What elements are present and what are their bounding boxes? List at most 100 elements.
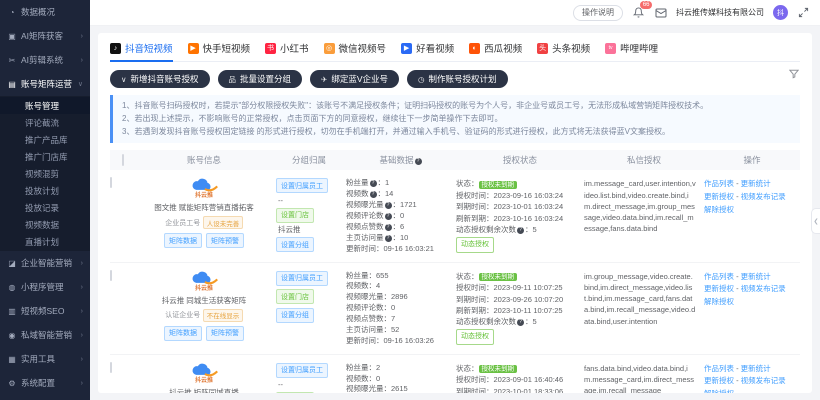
ops-cell: 作品列表 - 更新统计更新授权 - 视频发布记录解除授权 xyxy=(704,363,800,393)
tab-微信视频号[interactable]: ◎微信视频号 xyxy=(324,41,387,55)
stat-line: 粉丝量：655 xyxy=(346,271,452,282)
auth-status-badge: 授权未到期 xyxy=(479,181,518,189)
row-checkbox[interactable] xyxy=(110,177,112,188)
filter-icon[interactable] xyxy=(789,69,799,82)
column-header: 账号信息 xyxy=(136,154,272,166)
account-mini-button[interactable]: 矩阵数据 xyxy=(164,233,202,248)
account-mini-button[interactable]: 矩阵预警 xyxy=(206,326,244,341)
company-name: 抖云推传媒科技有限公司 xyxy=(676,7,764,18)
group-set-button[interactable]: 设置门店 xyxy=(276,392,314,393)
action-button[interactable]: ✈绑定蓝V企业号 xyxy=(310,70,399,88)
group-set-button[interactable]: 设置门店 xyxy=(276,289,314,304)
op-link[interactable]: 视频发布记录 xyxy=(741,284,786,293)
tab-抖音短视频[interactable]: ♪抖音短视频 xyxy=(110,41,173,55)
sidebar-subitem[interactable]: 推广门店库 xyxy=(0,148,90,165)
tab-好看视频[interactable]: ▶好看视频 xyxy=(401,41,454,55)
stats-updated: 更新时间：09-16 16:03:26 xyxy=(346,336,452,347)
group-set-button[interactable]: 设置门店 xyxy=(276,208,314,223)
collapse-panel-handle[interactable]: ❮ xyxy=(811,208,820,234)
op-link[interactable]: 作品列表 xyxy=(704,364,734,373)
op-link[interactable]: 解除授权 xyxy=(704,205,734,214)
action-button[interactable]: 品批量设置分组 xyxy=(218,70,303,88)
account-type-label: 认证企业号 xyxy=(165,310,200,320)
platform-icon: 头 xyxy=(537,43,548,54)
op-link[interactable]: 视频发布记录 xyxy=(741,376,786,385)
table-body: 抖云推图文推 赋能矩阵营销直播拓客企业员工号人设未完善矩阵数据矩阵预警设置归属员… xyxy=(110,170,800,393)
expand-icon[interactable] xyxy=(797,6,810,19)
tab-西瓜视频[interactable]: ◐西瓜视频 xyxy=(469,41,522,55)
stats-cell: 粉丝量：2视频数：0视频曝光量：2615视频评论数：0视频点赞数：18主页访问量… xyxy=(346,363,456,393)
op-link[interactable]: 更新统计 xyxy=(741,272,771,281)
tab-头条视频[interactable]: 头头条视频 xyxy=(537,41,590,55)
op-link[interactable]: 解除授权 xyxy=(704,389,734,393)
column-header: 分组归属 xyxy=(272,154,346,166)
sidebar-subitem[interactable]: 视频混剪 xyxy=(0,165,90,182)
sidebar-item[interactable]: ◪企业智能营销› xyxy=(0,251,90,275)
info-icon[interactable]: ? xyxy=(517,227,524,234)
user-avatar[interactable]: 抖 xyxy=(773,5,788,20)
op-link[interactable]: 作品列表 xyxy=(704,272,734,281)
sidebar-item[interactable]: ▣AI矩阵获客› xyxy=(0,24,90,48)
select-all-checkbox[interactable] xyxy=(122,154,124,166)
info-icon[interactable]: ? xyxy=(385,202,392,209)
op-link[interactable]: 更新授权 xyxy=(704,284,734,293)
sidebar-subitem[interactable]: 投放计划 xyxy=(0,182,90,199)
group-set-button[interactable]: 设置分组 xyxy=(276,308,314,323)
sidebar-item[interactable]: ⚙系统配置› xyxy=(0,371,90,395)
tab-label: 快手短视频 xyxy=(203,41,251,55)
info-icon[interactable]: ? xyxy=(385,224,392,231)
stat-line: 视频评论数?：0 xyxy=(346,211,452,222)
sidebar-item[interactable]: ✂AI剪辑系统› xyxy=(0,48,90,72)
op-link[interactable]: 解除授权 xyxy=(704,297,734,306)
tab-快手短视频[interactable]: ▶快手短视频 xyxy=(188,41,251,55)
info-icon[interactable]: ? xyxy=(370,180,377,187)
sidebar-item[interactable]: ▤账号矩阵运营∨ xyxy=(0,72,90,96)
sidebar-subitem[interactable]: 直播计划 xyxy=(0,233,90,250)
notification-badge: 66 xyxy=(640,1,652,9)
action-button[interactable]: ∨新增抖音账号授权 xyxy=(110,70,210,88)
op-link[interactable]: 更新授权 xyxy=(704,192,734,201)
group-set-button[interactable]: 设置归属员工 xyxy=(276,178,328,193)
tab-小红书[interactable]: 书小红书 xyxy=(265,41,309,55)
op-link[interactable]: 作品列表 xyxy=(704,179,734,188)
sidebar-subitem[interactable]: 推广产品库 xyxy=(0,131,90,148)
sidebar-subitem[interactable]: 评论截流 xyxy=(0,114,90,131)
info-icon[interactable]: ? xyxy=(415,158,422,165)
op-link[interactable]: 更新统计 xyxy=(741,364,771,373)
help-button[interactable]: 操作说明 xyxy=(573,5,623,21)
account-name: 图文推 赋能矩阵营销直播拓客 xyxy=(136,202,272,213)
sidebar-item[interactable]: ◉私域智能营销› xyxy=(0,323,90,347)
tab-label: 微信视频号 xyxy=(339,41,387,55)
op-link[interactable]: 视频发布记录 xyxy=(741,192,786,201)
mail-icon[interactable] xyxy=(654,6,667,19)
sidebar-item[interactable]: ▦实用工具› xyxy=(0,347,90,371)
info-icon[interactable]: ? xyxy=(517,319,524,326)
op-link[interactable]: 更新授权 xyxy=(704,376,734,385)
sidebar-item[interactable]: ▥短视频SEO› xyxy=(0,299,90,323)
info-icon[interactable]: ? xyxy=(370,191,377,198)
tab-哔哩哔哩[interactable]: tv哔哩哔哩 xyxy=(605,41,658,55)
group-set-button[interactable]: 设置归属员工 xyxy=(276,271,328,286)
sidebar-subitem[interactable]: 账号管理 xyxy=(0,97,90,114)
op-line: 更新授权 - 视频发布记录 xyxy=(704,375,796,388)
info-icon[interactable]: ? xyxy=(385,235,392,242)
group-set-button[interactable]: 设置分组 xyxy=(276,237,314,252)
row-checkbox[interactable] xyxy=(110,270,112,281)
op-link[interactable]: 更新统计 xyxy=(741,179,771,188)
account-mini-button[interactable]: 矩阵数据 xyxy=(164,326,202,341)
info-icon[interactable]: ? xyxy=(385,213,392,220)
sidebar-item[interactable]: ◔数据概况 xyxy=(0,0,90,24)
chevron-right-icon: › xyxy=(81,332,83,339)
sidebar-subitem[interactable]: 视频数据 xyxy=(0,216,90,233)
dynamic-auth-button[interactable]: 动态授权 xyxy=(456,329,494,345)
notification-bell-icon[interactable]: 66 xyxy=(632,6,645,19)
account-mini-button[interactable]: 矩阵预警 xyxy=(206,233,244,248)
seo-icon: ▥ xyxy=(7,307,17,316)
group-set-button[interactable]: 设置归属员工 xyxy=(276,363,328,378)
row-checkbox[interactable] xyxy=(110,362,112,373)
action-button[interactable]: ◷制作账号授权计划 xyxy=(407,70,508,88)
dynamic-auth-button[interactable]: 动态授权 xyxy=(456,237,494,253)
sidebar-item[interactable]: ◍小程序管理› xyxy=(0,275,90,299)
stats-cell: 粉丝量?：1视频数?：14视频曝光量?：1721视频评论数?：0视频点赞数?：6… xyxy=(346,178,456,254)
sidebar-subitem[interactable]: 投放记录 xyxy=(0,199,90,216)
